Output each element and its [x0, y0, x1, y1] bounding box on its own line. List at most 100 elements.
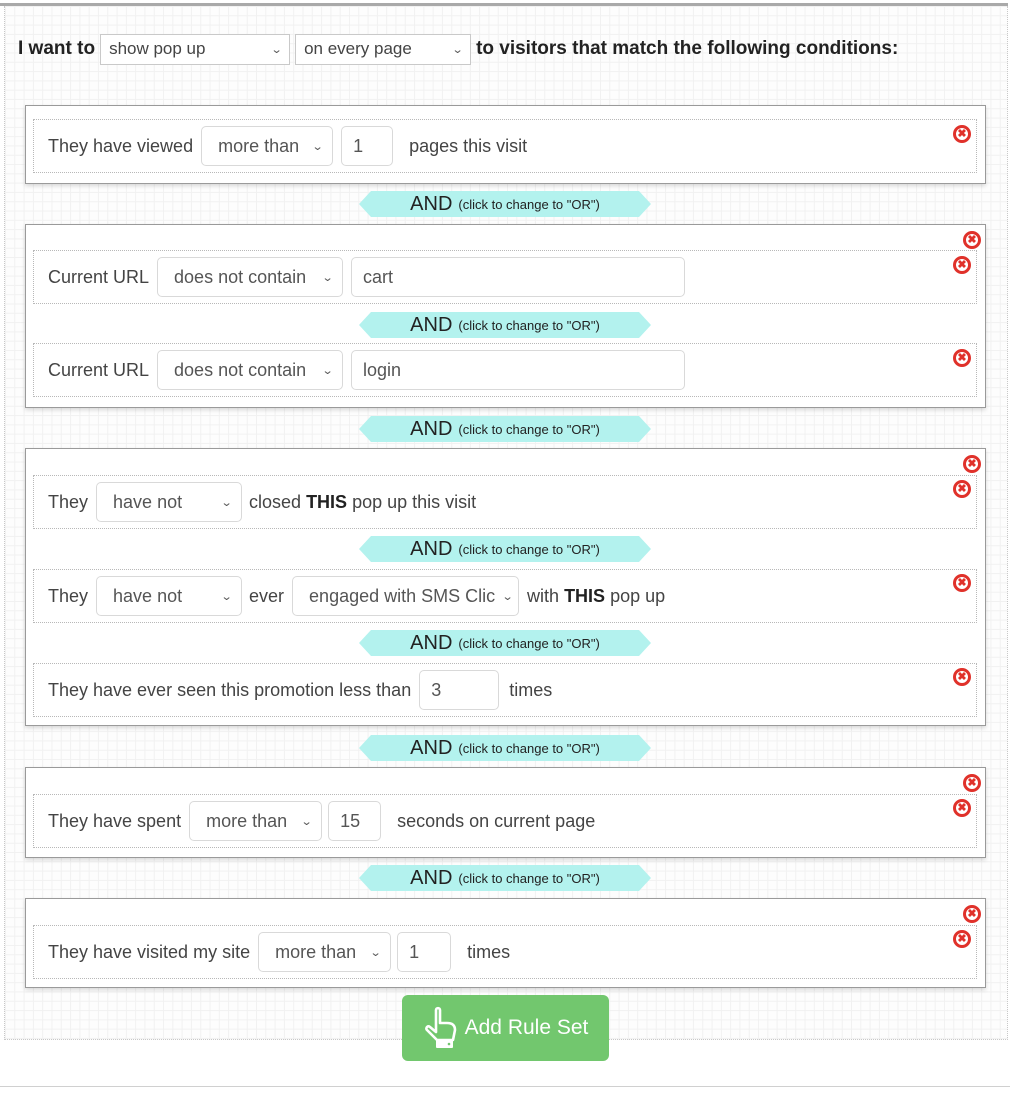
- rule-text: with: [527, 585, 560, 606]
- delete-ruleset-icon[interactable]: ✖: [963, 231, 981, 249]
- rule-text: ever: [249, 585, 285, 606]
- ruleset: ✖ They have visited my site more than ⌄ …: [25, 898, 986, 988]
- comparator-value: more than: [218, 135, 300, 156]
- operator-hint: (click to change to "OR"): [458, 541, 600, 557]
- rule-closed-popup: They have not ⌄ closed THIS pop up this …: [33, 475, 977, 529]
- header-suffix: to visitors that match the following con…: [476, 38, 899, 59]
- header-prefix: I want to: [18, 38, 96, 59]
- delete-rule-icon[interactable]: ✖: [953, 799, 971, 817]
- chevron-down-icon: ⌄: [369, 946, 382, 959]
- rule-pages-viewed: They have viewed more than ⌄ 1 pages thi…: [33, 119, 977, 173]
- delete-rule-icon[interactable]: ✖: [953, 125, 971, 143]
- delete-rule-icon[interactable]: ✖: [953, 574, 971, 592]
- comparator-select[interactable]: more than ⌄: [189, 801, 323, 841]
- url-text-input[interactable]: cart: [351, 257, 686, 297]
- delete-ruleset-icon[interactable]: ✖: [963, 905, 981, 923]
- chevron-down-icon: ⌄: [501, 590, 514, 603]
- rule-seen-count: They have ever seen this promotion less …: [33, 663, 977, 717]
- comparator-value: have not: [113, 491, 183, 512]
- pointing-hand-icon: [424, 1006, 456, 1048]
- delete-rule-icon[interactable]: ✖: [953, 668, 971, 686]
- action-select[interactable]: show pop up ⌄: [100, 33, 291, 65]
- chevron-down-icon: ⌄: [220, 496, 233, 509]
- rule-engaged: They have not ⌄ ever engaged with SMS Cl…: [33, 569, 977, 623]
- operator-hint: (click to change to "OR"): [458, 317, 600, 333]
- input-value: 15: [340, 810, 361, 831]
- comparator-select[interactable]: have not ⌄: [96, 576, 243, 616]
- rule-text-bold: THIS: [306, 491, 348, 512]
- comparator-select[interactable]: have not ⌄: [96, 482, 243, 522]
- and-or-toggle[interactable]: AND (click to change to "OR"): [359, 735, 651, 761]
- operator-label: AND: [410, 417, 453, 440]
- and-or-toggle[interactable]: AND (click to change to "OR"): [359, 865, 651, 891]
- operator-label: AND: [410, 736, 453, 759]
- and-or-toggle[interactable]: AND (click to change to "OR"): [359, 191, 651, 217]
- and-or-toggle[interactable]: AND (click to change to "OR"): [359, 630, 651, 656]
- comparator-value: more than: [206, 810, 288, 831]
- input-value: login: [363, 359, 402, 380]
- rule-label: They have viewed: [48, 135, 194, 156]
- input-value: cart: [363, 266, 394, 287]
- operator-hint: (click to change to "OR"): [458, 196, 600, 212]
- input-value: 1: [409, 941, 420, 962]
- operator-hint: (click to change to "OR"): [458, 870, 600, 886]
- comparator-select[interactable]: more than ⌄: [258, 932, 392, 972]
- pages-count-input[interactable]: 1: [341, 126, 394, 166]
- scope-select[interactable]: on every page ⌄: [295, 33, 472, 65]
- chevron-down-icon: ⌄: [451, 43, 464, 56]
- rule-visit-count: They have visited my site more than ⌄ 1 …: [33, 925, 977, 979]
- seconds-input[interactable]: 15: [328, 801, 382, 841]
- chevron-down-icon: ⌄: [321, 364, 334, 377]
- rule-text: pop up: [610, 585, 666, 606]
- delete-ruleset-icon[interactable]: ✖: [963, 774, 981, 792]
- delete-rule-icon[interactable]: ✖: [953, 256, 971, 274]
- rule-time-on-page: They have spent more than ⌄ 15 seconds o…: [33, 794, 977, 848]
- rule-current-url: Current URL does not contain ⌄ cart: [33, 250, 977, 304]
- rule-label: They: [48, 491, 89, 512]
- url-text-input[interactable]: login: [351, 350, 686, 390]
- rule-label: They: [48, 585, 89, 606]
- comparator-value: have not: [113, 585, 183, 606]
- rule-label: They have ever seen this promotion less …: [48, 679, 412, 700]
- bottom-divider: [0, 1086, 1010, 1087]
- add-rule-set-label: Add Rule Set: [464, 1016, 589, 1039]
- action-select-value: show pop up: [109, 39, 206, 58]
- input-value: 3: [431, 679, 442, 700]
- comparator-value: more than: [275, 941, 357, 962]
- comparator-select[interactable]: does not contain ⌄: [157, 257, 344, 297]
- input-value: 1: [353, 135, 364, 156]
- comparator-select[interactable]: does not contain ⌄: [157, 350, 344, 390]
- rule-suffix: times: [509, 679, 553, 700]
- and-or-toggle[interactable]: AND (click to change to "OR"): [359, 312, 651, 338]
- comparator-select[interactable]: more than ⌄: [201, 126, 334, 166]
- rule-suffix: seconds on current page: [397, 810, 596, 831]
- delete-rule-icon[interactable]: ✖: [953, 480, 971, 498]
- operator-hint: (click to change to "OR"): [458, 635, 600, 651]
- chevron-down-icon: ⌄: [220, 590, 233, 603]
- chevron-down-icon: ⌄: [300, 815, 313, 828]
- engagement-select[interactable]: engaged with SMS Clic ⌄: [292, 576, 520, 616]
- delete-rule-icon[interactable]: ✖: [953, 349, 971, 367]
- visit-count-input[interactable]: 1: [397, 932, 452, 972]
- rule-text: pop up this visit: [352, 491, 477, 512]
- rule-label: They have visited my site: [48, 941, 251, 962]
- delete-ruleset-icon[interactable]: ✖: [963, 455, 981, 473]
- ruleset: They have viewed more than ⌄ 1 pages thi…: [25, 105, 986, 184]
- rule-label: They have spent: [48, 810, 182, 831]
- comparator-value: does not contain: [174, 266, 307, 287]
- and-or-toggle[interactable]: AND (click to change to "OR"): [359, 536, 651, 562]
- chevron-down-icon: ⌄: [311, 140, 324, 153]
- rule-suffix: times: [467, 941, 511, 962]
- ruleset: ✖ They have not ⌄ closed THIS pop up thi…: [25, 448, 986, 726]
- rule-label: Current URL: [48, 359, 150, 380]
- seen-count-input[interactable]: 3: [419, 670, 500, 710]
- add-rule-set-button[interactable]: Add Rule Set: [402, 995, 609, 1061]
- rule-label: Current URL: [48, 266, 150, 287]
- operator-label: AND: [410, 866, 453, 889]
- and-or-toggle[interactable]: AND (click to change to "OR"): [359, 416, 651, 442]
- delete-rule-icon[interactable]: ✖: [953, 930, 971, 948]
- ruleset: ✖ Current URL does not contain ⌄ cart ✖ …: [25, 224, 986, 408]
- operator-hint: (click to change to "OR"): [458, 421, 600, 437]
- operator-hint: (click to change to "OR"): [458, 740, 600, 756]
- engagement-value: engaged with SMS Clic: [309, 585, 496, 606]
